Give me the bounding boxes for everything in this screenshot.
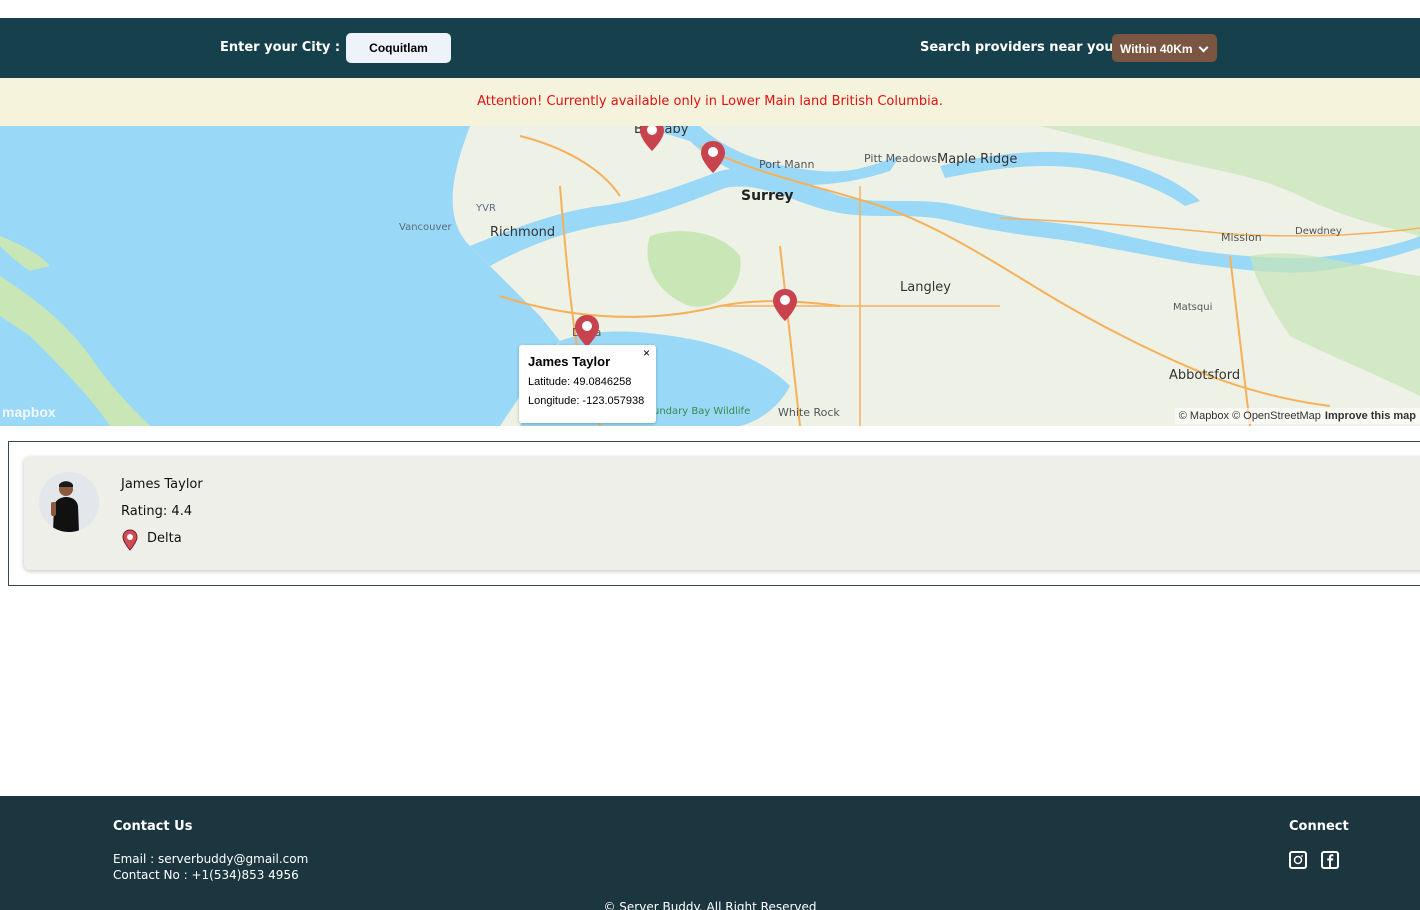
contact-phone: Contact No : +1(534)853 4956 [113,868,299,882]
place-surrey: Surrey [741,188,794,204]
map-pin-marker[interactable] [771,288,799,322]
close-icon[interactable]: × [643,346,650,360]
avatar [39,472,99,532]
contact-email: Email : serverbuddy@gmail.com [113,852,309,866]
contact-title: Contact Us [113,819,193,834]
place-yvr: YVR [476,203,496,214]
radius-selected-value: Within 40Km [1120,42,1193,56]
availability-notice: Attention! Currently available only in L… [0,78,1420,126]
city-input[interactable] [346,33,451,63]
place-white-rock: White Rock [778,406,840,419]
instagram-icon[interactable] [1289,851,1307,869]
notice-text: Attention! Currently available only in L… [477,94,943,109]
place-langley: Langley [900,280,952,295]
map-pin-marker-selected[interactable] [573,314,601,348]
attribution-text: © Mapbox © OpenStreetMap [1178,410,1321,422]
place-port-mann: Port Mann [759,158,815,171]
place-vancouver: Vancouver [399,222,452,233]
provider-photo [39,472,99,532]
provider-rating: Rating: 4.4 [121,504,193,519]
map-pin-marker[interactable] [699,140,727,174]
mapbox-logo[interactable]: mapbox [2,404,56,420]
provider-name: James Taylor [121,477,203,492]
map-attribution: © Mapbox © OpenStreetMap Improve this map [1174,408,1420,424]
map-view[interactable]: Burnaby Port Mann Pitt Meadows Maple Rid… [0,126,1420,426]
map-pin-marker[interactable] [638,126,666,152]
page: Enter your City : Search providers near … [0,0,1420,910]
footer: Contact Us Email : serverbuddy@gmail.com… [0,796,1420,910]
place-matsqui: Matsqui [1173,302,1213,313]
mapbox-logo-text: mapbox [2,404,56,420]
provider-location: Delta [147,531,182,546]
chevron-down-icon [1198,42,1209,53]
location-pin-icon [122,529,138,551]
provider-results: James Taylor Rating: 4.4 Delta [8,441,1420,586]
city-label: Enter your City : [220,40,341,55]
popup-longitude: Longitude: -123.057938 [528,395,645,407]
radius-select[interactable]: Within 40Km [1112,34,1217,62]
map-popup: × James Taylor Latitude: 49.0846258 Long… [519,345,656,423]
provider-card[interactable]: James Taylor Rating: 4.4 Delta [24,457,1420,570]
place-mission: Mission [1221,231,1262,244]
place-boundary-bay: Boundary Bay Wildlife Management Area [640,406,750,417]
connect-title: Connect [1289,819,1349,834]
search-header: Enter your City : Search providers near … [0,18,1420,78]
improve-map-link[interactable]: Improve this map [1325,410,1416,422]
popup-provider-name: James Taylor [528,354,611,369]
popup-latitude: Latitude: 49.0846258 [528,376,632,388]
place-maple-ridge: Maple Ridge [937,152,1018,167]
place-pitt-meadows: Pitt Meadows [864,152,938,165]
radius-label: Search providers near you : [920,40,1124,55]
place-abbotsford: Abbotsford [1169,368,1241,383]
facebook-icon[interactable] [1321,851,1339,869]
place-dewdney: Dewdney [1295,226,1342,237]
place-richmond: Richmond [490,225,556,240]
copyright: © Server Buddy. All Right Reserved [603,900,817,910]
